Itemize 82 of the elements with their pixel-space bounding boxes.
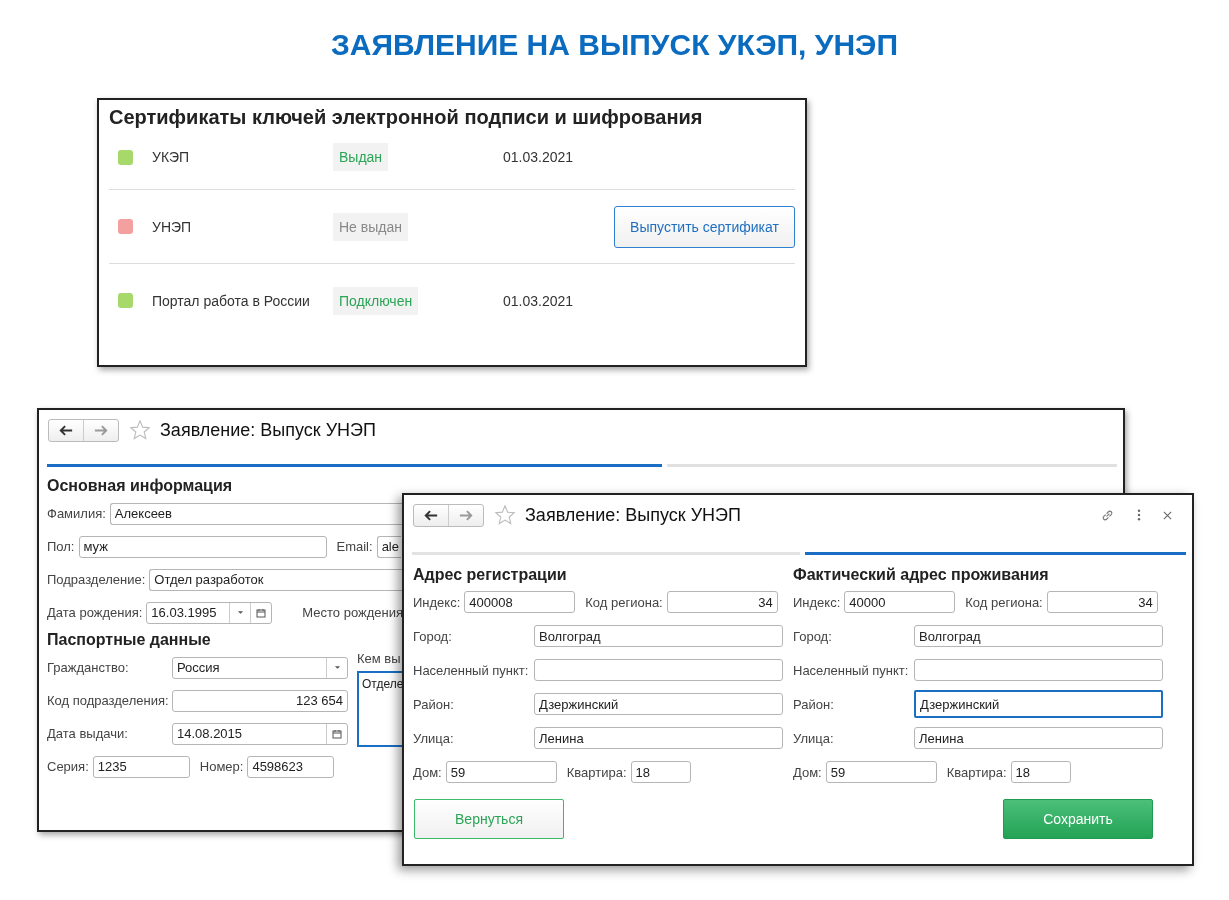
input-field[interactable]: 18 (630, 761, 691, 783)
input-field[interactable]: 1235 (92, 755, 190, 778)
star-icon[interactable] (494, 504, 516, 526)
field-label: Код подразделения: (47, 693, 168, 708)
date-field[interactable]: 16.03.1995 (146, 601, 273, 624)
status-label: Выдан (333, 143, 389, 171)
field-label: Подразделение: (47, 572, 146, 587)
field-label: Индекс: (413, 594, 461, 610)
field-label: Квартира: (946, 764, 1007, 780)
page-title: ЗАЯВЛЕНИЕ НА ВЫПУСК УКЭП, УНЭП (331, 28, 898, 62)
input-field[interactable]: Волгоград (914, 625, 1163, 647)
field-label: Код региона: (585, 594, 663, 610)
field-label: Улица: (793, 730, 835, 746)
field-label: Индекс: (793, 594, 841, 610)
input-field[interactable]: 34 (666, 591, 778, 613)
input-field[interactable]: Алексеев (109, 502, 402, 525)
field-label: Код региона: (965, 594, 1043, 610)
star-icon[interactable] (129, 419, 151, 441)
field-label: Email: (336, 539, 373, 554)
certificate-name: УНЭП (152, 218, 193, 235)
input-field[interactable]: 59 (825, 761, 937, 783)
status-label: Подключен (333, 286, 419, 315)
input-field[interactable]: 18 (1010, 761, 1071, 783)
section-heading: Адрес регистрации (413, 565, 567, 585)
certificate-name: Портал работа в России (152, 292, 311, 309)
field-label: Город: (793, 628, 833, 644)
input-field[interactable]: Отдел разработок (149, 568, 403, 591)
issue-certificate-button[interactable]: Выпустить сертификат (614, 205, 795, 248)
input-field[interactable]: 34 (1046, 591, 1158, 613)
window-title: Заявление: Выпуск УНЭП (525, 504, 741, 526)
input-field[interactable]: Волгоград (534, 625, 783, 647)
field-label: Место рождения (302, 605, 403, 620)
calendar-icon[interactable] (332, 728, 342, 739)
input-field[interactable]: 40000 (844, 591, 956, 613)
close-icon[interactable] (1163, 510, 1172, 520)
field-label: Дом: (413, 764, 442, 780)
field-label: Квартира: (566, 764, 627, 780)
more-options-icon[interactable] (1137, 509, 1141, 521)
input-field[interactable]: Ленина (914, 727, 1163, 749)
input-field[interactable] (914, 659, 1163, 681)
field-label: Район: (413, 696, 455, 712)
dropdown-field[interactable]: Россия (172, 656, 348, 679)
field-label: Населенный пункт: (793, 662, 910, 678)
date-field[interactable]: 14.08.2015 (172, 722, 348, 745)
input-field[interactable]: ale (376, 535, 401, 558)
dropdown-caret-icon[interactable] (333, 665, 341, 670)
input-field[interactable]: 59 (445, 761, 557, 783)
input-field[interactable]: 123 654 (172, 689, 348, 712)
window-title: Заявление: Выпуск УНЭП (160, 419, 376, 441)
field-label: Серия: (47, 759, 89, 774)
dropdown-caret-icon[interactable] (236, 610, 244, 615)
field-label: Номер: (199, 759, 244, 774)
field-label: Район: (793, 696, 835, 712)
field-label: Пол: (47, 539, 75, 554)
field-label: Населенный пункт: (413, 662, 530, 678)
field-label: Фамилия: (47, 506, 106, 521)
input-field[interactable]: 400008 (464, 591, 576, 613)
input-field[interactable]: Ленина (534, 727, 783, 749)
calendar-icon[interactable] (256, 607, 267, 618)
field-label: Кем вы (357, 651, 401, 668)
status-label: Не выдан (333, 212, 408, 241)
input-field[interactable] (534, 659, 783, 681)
section-heading: Паспортные данные (47, 630, 211, 650)
field-label: Дата рождения: (47, 605, 143, 620)
section-heading: Фактический адрес проживания (793, 565, 1049, 585)
navigation-buttons[interactable] (48, 418, 119, 442)
navigation-buttons[interactable] (413, 503, 484, 527)
certificate-name: УКЭП (152, 149, 191, 165)
link-icon[interactable] (1100, 507, 1115, 523)
field-label: Улица: (413, 730, 455, 746)
field-label: Дом: (793, 764, 822, 780)
date-text: 01.03.2021 (503, 149, 574, 165)
field-label: Гражданство: (47, 660, 130, 675)
input-field[interactable]: муж (78, 535, 327, 558)
input-field[interactable]: 4598623 (247, 755, 335, 778)
field-label: Дата выдачи: (47, 726, 129, 741)
date-text: 01.03.2021 (503, 292, 574, 309)
input-field[interactable]: Дзержинский (914, 690, 1163, 718)
field-label: Город: (413, 628, 453, 644)
input-field[interactable]: Дзержинский (534, 693, 783, 715)
panel-title: Сертификаты ключей электронной подписи и шифрования (109, 106, 703, 129)
section-heading: Основная информация (47, 476, 233, 496)
